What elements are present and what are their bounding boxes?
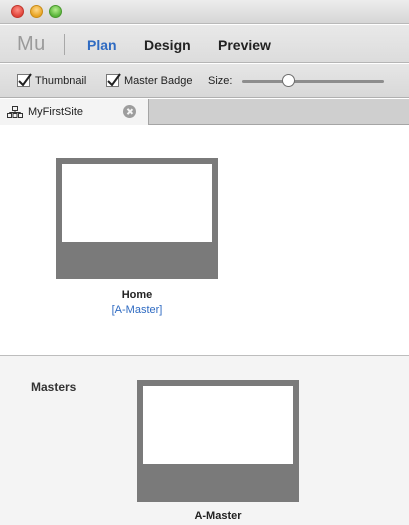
master-thumbnail-a-master[interactable]: [137, 380, 299, 502]
mode-design[interactable]: Design: [144, 37, 191, 53]
sitemap-icon: [7, 106, 23, 118]
size-label: Size:: [208, 75, 233, 87]
plan-canvas: Home [A-Master]: [0, 126, 409, 355]
close-window-button[interactable]: [11, 5, 24, 18]
mode-divider: [64, 34, 65, 55]
thumbnail-checkbox[interactable]: [17, 73, 32, 87]
page-name-home[interactable]: Home: [56, 289, 218, 301]
masters-heading: Masters: [31, 380, 77, 394]
options-bar: Thumbnail Master Badge Size:: [0, 64, 409, 98]
title-bar: [0, 0, 409, 24]
zoom-window-button[interactable]: [49, 5, 62, 18]
close-tab-icon[interactable]: [123, 105, 136, 118]
master-badge-home: [A-Master]: [111, 304, 163, 316]
master-badge-checkbox[interactable]: [106, 73, 121, 87]
minimize-window-button[interactable]: [30, 5, 43, 18]
size-slider-thumb[interactable]: [282, 74, 295, 87]
page-thumbnail-screen: [62, 164, 212, 242]
app-logo: Mu: [17, 33, 46, 55]
master-thumbnail-screen: [143, 386, 293, 464]
mode-bar: Mu Plan Design Preview: [0, 25, 409, 63]
mode-plan[interactable]: Plan: [87, 37, 117, 53]
checkmark-icon: [107, 73, 121, 87]
master-badge-label: Master Badge: [124, 75, 193, 87]
checkmark-icon: [18, 73, 32, 87]
page-thumbnail-home[interactable]: [56, 158, 218, 279]
thumbnail-label: Thumbnail: [35, 75, 87, 87]
masters-panel: Masters A-Master: [0, 356, 409, 525]
mode-preview[interactable]: Preview: [218, 37, 271, 53]
tab-label: MyFirstSite: [28, 106, 83, 118]
master-name-a-master[interactable]: A-Master: [137, 510, 299, 522]
tab-myfirstsite[interactable]: MyFirstSite: [0, 99, 149, 125]
tab-bar: MyFirstSite: [0, 99, 409, 125]
size-slider-track[interactable]: [242, 80, 384, 83]
